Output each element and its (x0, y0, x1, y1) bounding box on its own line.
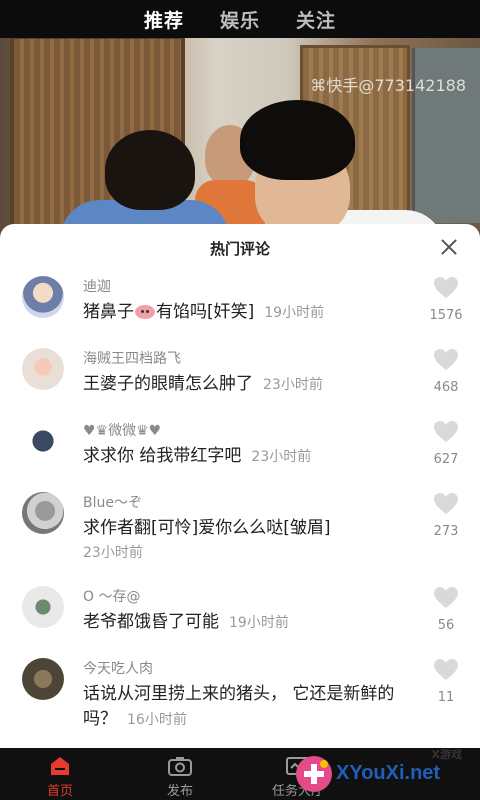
nav-label: 发布 (166, 784, 193, 799)
heart-icon[interactable] (433, 276, 459, 300)
like-count: 468 (433, 380, 459, 395)
comment-time: 23小时前 (263, 377, 323, 393)
comment-time: 19小时前 (229, 615, 289, 631)
comment-username[interactable]: 今天吃人肉 (83, 658, 153, 678)
video-player[interactable]: ⌘快手@773142188 (0, 30, 480, 240)
nav-publish[interactable]: 发布 (140, 748, 220, 800)
heart-icon[interactable] (433, 492, 459, 516)
gamepad-logo-icon (292, 752, 336, 796)
nav-home[interactable]: 首页 (20, 748, 100, 800)
avatar[interactable] (22, 420, 64, 462)
video-person (105, 130, 195, 210)
comment-username[interactable]: 迪迦 (83, 276, 111, 296)
like-count: 56 (437, 618, 455, 633)
tab-recommend[interactable]: 推荐 (144, 6, 184, 33)
brand-name: XYouXi.net (336, 762, 441, 784)
heart-icon[interactable] (433, 348, 459, 372)
comment-text: 老爷都饿昏了可能 19小时前 (83, 610, 408, 636)
top-tab-bar: 推荐 娱乐 关注 (0, 0, 480, 38)
comment-text-part: 有馅吗[奸笑] (156, 302, 255, 322)
comments-title: 热门评论 (209, 240, 270, 258)
comment-text-part: 老爷都饿昏了可能 (83, 612, 219, 632)
heart-icon[interactable] (433, 586, 459, 610)
comment-time: 16小时前 (127, 712, 187, 728)
like-count: 627 (433, 452, 459, 467)
nav-label: 首页 (46, 784, 73, 799)
heart-icon[interactable] (433, 420, 459, 444)
tab-entertainment[interactable]: 娱乐 (220, 6, 260, 33)
site-watermark: XYouXi.net X游戏 (292, 748, 472, 798)
comment-text-part: 求求你 给我带红字吧 (83, 446, 242, 466)
comment-username[interactable]: Blue～ぞ (83, 492, 142, 512)
comment-time: 19小时前 (264, 305, 325, 321)
comment-text-part: 猪鼻子 (83, 302, 134, 322)
comment-text: 求作者翻[可怜]爱你么么哒[皱眉] 23小时前 (83, 516, 408, 566)
close-icon[interactable] (438, 236, 460, 258)
avatar[interactable] (22, 348, 64, 390)
like-count: 273 (433, 524, 459, 539)
comment-text: 求求你 给我带红字吧 23小时前 (83, 444, 408, 470)
video-watermark: ⌘快手@773142188 (310, 72, 466, 96)
avatar[interactable] (22, 276, 64, 318)
video-person (240, 100, 355, 180)
like-count: 11 (437, 690, 455, 705)
avatar[interactable] (22, 658, 64, 700)
comment-username[interactable]: O ～存@ (83, 586, 140, 606)
watermark-text: 快手@773142188 (326, 76, 466, 95)
comment-text: 话说从河里捞上来的猪头， 它还是新鲜的吗？ 16小时前 (83, 682, 408, 733)
comment-time: 23小时前 (251, 449, 312, 465)
comment-text: 猪鼻子 有馅吗[奸笑] 19小时前 (83, 300, 408, 326)
comment-text-part: 王婆子的眼睛怎么肿了 (83, 374, 253, 394)
comment-time: 23小时前 (83, 545, 143, 561)
kuaishou-logo-icon: ⌘ (310, 76, 327, 95)
comments-panel: 热门评论 迪迦 猪鼻子 有馅吗[奸笑] 19小时前 1576 海贼王四档路飞 王婆子… (0, 224, 480, 748)
comment-text-part: 求作者翻[可怜]爱你么么哒[皱眉] (83, 518, 331, 538)
home-icon (48, 756, 72, 776)
comment-text: 王婆子的眼睛怎么肿了 23小时前 (83, 372, 408, 398)
pig-nose-emoji-icon (135, 305, 155, 319)
heart-icon[interactable] (433, 658, 459, 682)
avatar[interactable] (22, 586, 64, 628)
camera-icon (168, 756, 192, 776)
comment-username[interactable]: ♥♛微微♛♥ (83, 420, 161, 440)
tab-following[interactable]: 关注 (296, 6, 336, 33)
comment-username[interactable]: 海贼王四档路飞 (83, 348, 181, 368)
like-count: 1576 (429, 308, 463, 323)
brand-small-text: X游戏 (431, 748, 462, 761)
avatar[interactable] (22, 492, 64, 534)
